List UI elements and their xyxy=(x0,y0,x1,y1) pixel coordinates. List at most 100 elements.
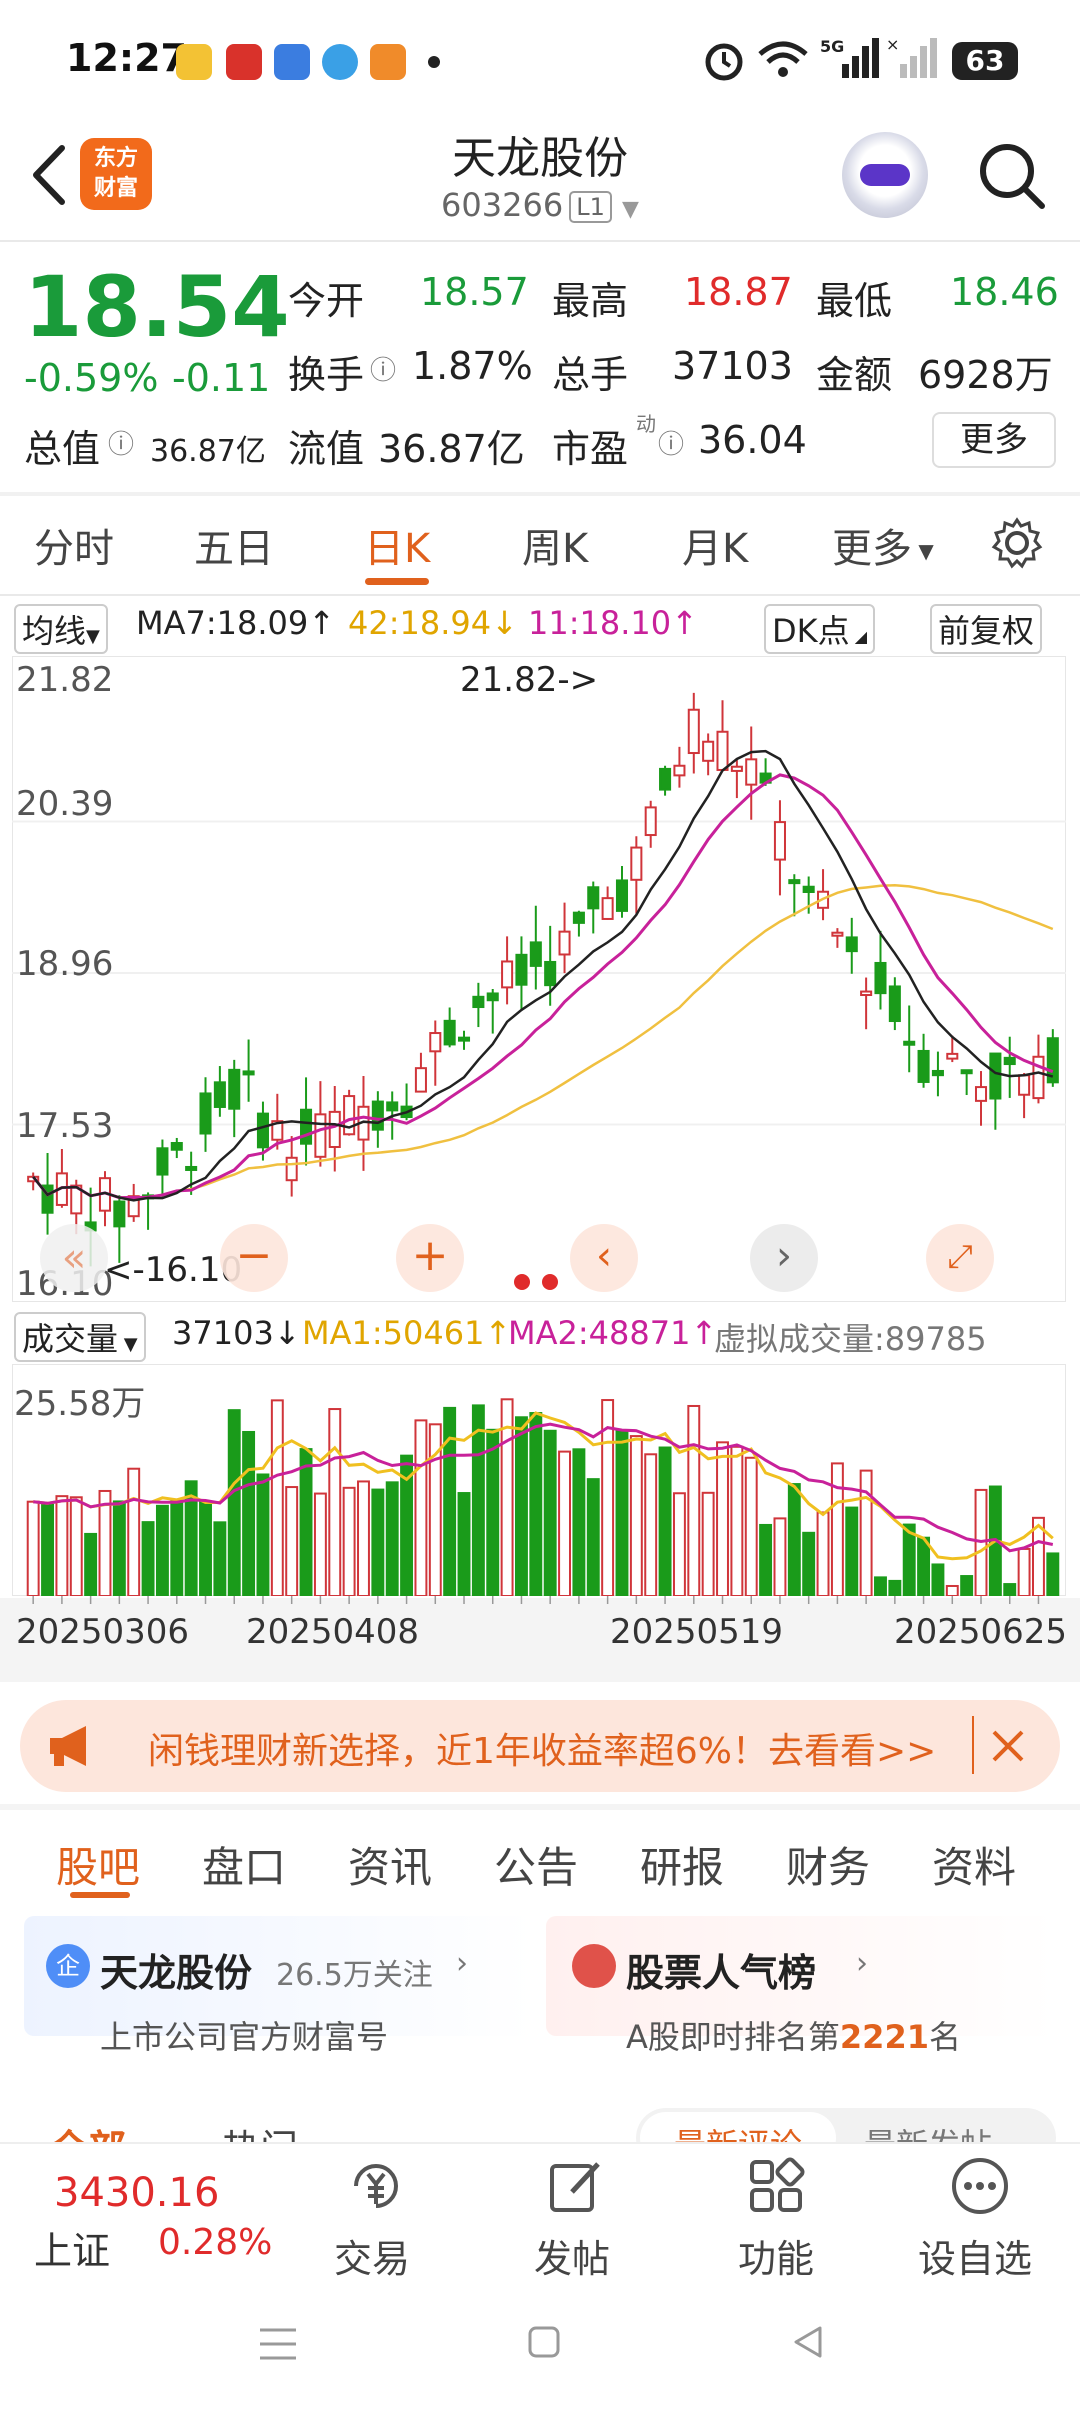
ma-select[interactable]: 均线▼ xyxy=(14,604,108,654)
tab-weekly-k[interactable]: 周K xyxy=(522,516,588,574)
wifi-icon xyxy=(758,41,808,77)
trade-yen-icon[interactable] xyxy=(344,2156,408,2216)
fullscreen-icon[interactable]: ⤢ xyxy=(926,1224,994,1292)
volume-bar xyxy=(371,1488,385,1596)
volume-chart xyxy=(26,1398,1060,1596)
candle-body xyxy=(946,1052,959,1060)
volume-bar xyxy=(615,1429,629,1596)
app-notification-icon xyxy=(370,44,406,80)
volume-value: 37103 xyxy=(672,344,793,388)
volume-bar xyxy=(84,1532,98,1596)
index-name[interactable]: 上证 xyxy=(34,2220,110,2275)
more-quote-button[interactable]: 更多 xyxy=(932,412,1056,468)
battery-indicator: 63 xyxy=(952,42,1018,80)
tab-profile[interactable]: 资料 xyxy=(932,1834,1016,1895)
volume-bar xyxy=(443,1406,457,1596)
info-icon[interactable]: ⓘ xyxy=(658,424,684,461)
add-watchlist-button[interactable]: 设自选 xyxy=(918,2228,1032,2283)
assistant-robot-icon[interactable] xyxy=(842,132,928,218)
volume-bar xyxy=(112,1500,126,1596)
current-price: 18.54 xyxy=(24,258,290,356)
candle-body xyxy=(730,765,743,772)
section-divider xyxy=(0,1804,1080,1810)
index-change[interactable]: 0.28% xyxy=(158,2222,272,2263)
functions-grid-icon[interactable] xyxy=(746,2156,806,2216)
home-square-icon[interactable] xyxy=(524,2322,564,2362)
candle-body xyxy=(615,879,629,912)
candle-body xyxy=(687,708,700,755)
post-edit-icon[interactable] xyxy=(546,2156,606,2216)
candle-body xyxy=(587,886,600,910)
alarm-icon xyxy=(705,43,743,81)
tab-monthly-k[interactable]: 月K xyxy=(682,516,748,574)
candle-body xyxy=(745,758,758,786)
cell-signal-icon: 5G xyxy=(820,37,879,78)
zoom-out-icon[interactable]: − xyxy=(220,1224,288,1292)
menu-icon[interactable] xyxy=(256,2324,300,2364)
index-value[interactable]: 3430.16 xyxy=(54,2170,219,2216)
volume-bar xyxy=(759,1523,773,1596)
dk-point-button[interactable]: DK点 ◢ xyxy=(764,604,876,654)
section-tab-indicator xyxy=(70,1892,130,1898)
volume-bar xyxy=(658,1446,672,1596)
rank-suffix: 名 xyxy=(928,2018,961,2056)
tab-more[interactable]: 更多 ▼ xyxy=(832,516,934,574)
price-axis-label: 18.96 xyxy=(16,944,114,984)
company-badge-icon: 企 xyxy=(46,1944,90,1988)
tab-announcements[interactable]: 公告 xyxy=(494,1834,578,1895)
volume-bar xyxy=(672,1492,686,1596)
price-axis-label: 21.82 xyxy=(16,660,114,700)
tab-daily-k[interactable]: 日K xyxy=(364,516,430,574)
scroll-left-fast-icon[interactable]: « xyxy=(40,1224,108,1292)
volume-bar xyxy=(773,1517,787,1596)
volume-bar xyxy=(859,1469,873,1596)
caret-down-icon: ▼ xyxy=(912,539,934,563)
volume-indicator-select[interactable]: 成交量 ▼ xyxy=(14,1312,146,1362)
high-marker: 21.82-> xyxy=(460,660,599,700)
amount-value: 6928万 xyxy=(918,353,1053,397)
candle-body xyxy=(960,1069,973,1075)
tab-pankou[interactable]: 盘口 xyxy=(202,1834,286,1895)
trade-button[interactable]: 交易 xyxy=(334,2228,410,2283)
chevron-down-icon: ▼ xyxy=(622,197,639,222)
candle-body xyxy=(831,931,844,937)
candle-body xyxy=(544,960,557,987)
scroll-left-icon[interactable]: ‹ xyxy=(570,1224,638,1292)
tab-finance[interactable]: 财务 xyxy=(786,1834,870,1895)
tab-five-day[interactable]: 五日 xyxy=(194,516,274,574)
back-triangle-icon[interactable] xyxy=(788,2322,828,2362)
candle-body xyxy=(1018,1074,1031,1096)
zoom-in-icon[interactable]: + xyxy=(396,1224,464,1292)
volume-bar xyxy=(227,1409,241,1596)
post-button[interactable]: 发帖 xyxy=(534,2228,610,2283)
info-icon[interactable]: ⓘ xyxy=(370,350,396,387)
gear-icon[interactable] xyxy=(990,516,1044,570)
volume-bar xyxy=(486,1428,500,1596)
volume-bar xyxy=(313,1492,327,1596)
active-tab-indicator xyxy=(365,578,429,585)
page-dot xyxy=(514,1274,530,1290)
tab-news[interactable]: 资讯 xyxy=(348,1834,432,1895)
rank-card-title: 股票人气榜 xyxy=(626,1951,817,1995)
weibo-icon xyxy=(176,44,212,80)
search-icon[interactable] xyxy=(976,140,1046,210)
close-icon[interactable] xyxy=(990,1728,1026,1764)
more-dots-icon[interactable] xyxy=(950,2156,1010,2216)
price-axis-label: 20.39 xyxy=(16,784,114,824)
volume-bar xyxy=(629,1435,643,1596)
tab-guba[interactable]: 股吧 xyxy=(56,1834,140,1895)
volume-bar xyxy=(170,1499,184,1596)
date-label: 20250408 xyxy=(246,1612,420,1652)
volume-bar xyxy=(687,1404,701,1596)
info-icon[interactable]: ⓘ xyxy=(108,424,134,461)
price-axis-label: 17.53 xyxy=(16,1106,114,1146)
candle-body xyxy=(802,885,815,893)
tab-intraday[interactable]: 分时 xyxy=(34,516,114,574)
tab-research[interactable]: 研报 xyxy=(640,1834,724,1895)
functions-button[interactable]: 功能 xyxy=(738,2228,814,2283)
volume-bar xyxy=(127,1467,141,1596)
scroll-right-icon[interactable]: › xyxy=(750,1224,818,1292)
candle-body xyxy=(860,990,873,997)
adjust-button[interactable]: 前复权 xyxy=(930,604,1043,654)
candle-body xyxy=(285,1156,298,1182)
